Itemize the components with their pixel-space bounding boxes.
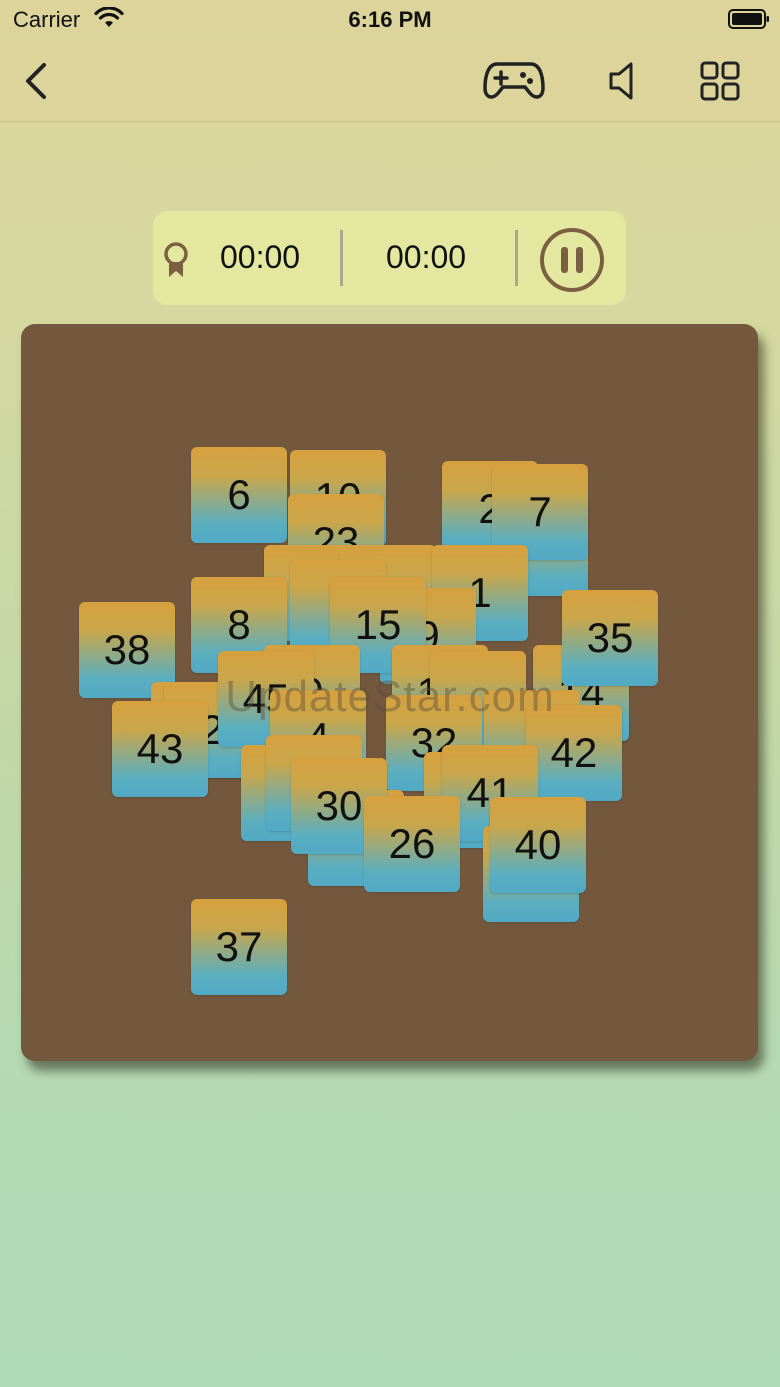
puzzle-tile[interactable]: 37	[191, 899, 287, 995]
sound-button[interactable]	[600, 40, 644, 121]
best-time: 00:00	[220, 239, 301, 275]
current-time: 00:00	[386, 239, 467, 275]
award-icon	[161, 241, 191, 284]
puzzle-tile[interactable]: 35	[562, 590, 658, 686]
pause-icon	[540, 228, 604, 292]
puzzle-tile[interactable]: 26	[364, 796, 460, 892]
game-mode-button[interactable]	[482, 40, 546, 121]
pause-button[interactable]	[539, 227, 605, 298]
chevron-left-icon	[26, 62, 46, 99]
status-bar: Carrier 6:16 PM	[0, 0, 780, 40]
timer-divider	[515, 230, 518, 286]
puzzle-tile[interactable]: 42	[526, 705, 622, 801]
puzzle-tile[interactable]: 6	[191, 447, 287, 543]
menu-grid-button[interactable]	[697, 40, 743, 121]
back-button[interactable]	[14, 40, 58, 121]
puzzle-tile[interactable]: 43	[112, 701, 208, 797]
battery-icon	[728, 9, 769, 29]
speaker-icon	[609, 62, 633, 99]
timer-panel: 00:00 00:00	[153, 211, 626, 305]
navigation-bar	[0, 40, 780, 122]
clock: 6:16 PM	[348, 7, 432, 32]
grid-icon	[700, 61, 740, 100]
puzzle-tile[interactable]: 40	[490, 797, 586, 893]
timer-divider	[340, 230, 343, 286]
gamepad-icon	[483, 61, 545, 99]
